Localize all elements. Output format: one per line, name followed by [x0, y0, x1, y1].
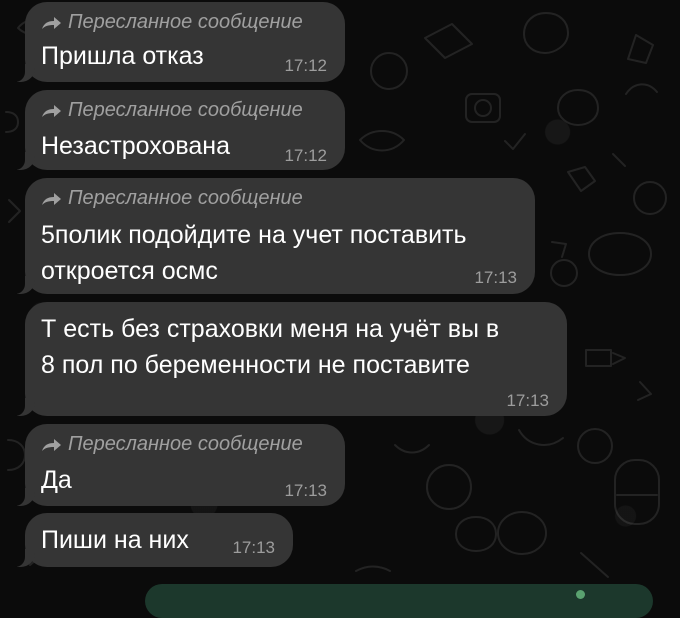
message-text: Пришла отказ	[41, 42, 204, 70]
message-text: Незастрохована	[41, 132, 230, 160]
forwarded-message[interactable]: Пересланное сообщение Да 17:13	[11, 424, 345, 506]
message-time: 17:13	[474, 268, 517, 287]
message-text: Да	[41, 466, 72, 494]
forwarded-message-label: Пересланное сообщение	[68, 99, 303, 121]
message-text: Т есть без страховки меня на учёт вы в 8…	[41, 315, 500, 379]
forwarded-message[interactable]: Пересланное сообщение Незастрохована 17:…	[11, 90, 345, 170]
forwarded-message[interactable]: Пересланное сообщение 5полик подойдите н…	[11, 178, 535, 294]
forward-arrow-icon	[42, 192, 61, 205]
forwarded-message-label: Пересланное сообщение	[68, 11, 303, 33]
forwarded-message[interactable]: Пересланное сообщение Пришла отказ 17:12	[11, 2, 345, 82]
forward-arrow-icon	[42, 438, 61, 451]
message-bubble[interactable]: Т есть без страховки меня на учёт вы в 8…	[11, 302, 567, 416]
bottom-action-bar[interactable]	[145, 584, 653, 618]
message-time: 17:13	[284, 481, 327, 500]
forwarded-message-label: Пересланное сообщение	[68, 433, 303, 455]
message-time: 17:12	[284, 146, 327, 165]
status-dot-icon	[576, 590, 585, 599]
forwarded-message-header: Пересланное сообщение	[41, 11, 303, 34]
forwarded-message-label: Пересланное сообщение	[68, 187, 303, 209]
forwarded-message-header: Пересланное сообщение	[41, 187, 303, 210]
forward-arrow-icon	[42, 16, 61, 29]
message-time: 17:12	[284, 56, 327, 75]
message-bubble[interactable]: Пиши на них 17:13	[11, 513, 293, 567]
message-time: 17:13	[506, 391, 549, 410]
forward-arrow-icon	[42, 104, 61, 117]
message-text: 5полик подойдите на учет поставить откро…	[41, 221, 467, 285]
message-text: Пиши на них	[41, 526, 189, 554]
forwarded-message-header: Пересланное сообщение	[41, 99, 303, 122]
forwarded-message-header: Пересланное сообщение	[41, 433, 303, 456]
message-time: 17:13	[232, 538, 275, 557]
